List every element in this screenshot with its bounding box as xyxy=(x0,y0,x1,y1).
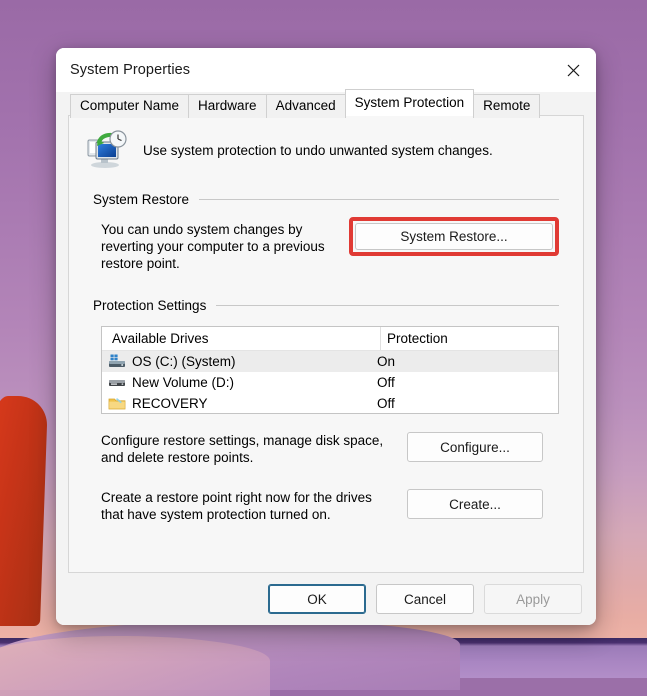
system-restore-row: You can undo system changes by reverting… xyxy=(93,217,559,272)
close-icon[interactable] xyxy=(550,48,596,92)
drive-name-cell: RECOVERY xyxy=(102,396,370,411)
system-restore-group-header: System Restore xyxy=(93,192,559,207)
drive-name: New Volume (D:) xyxy=(132,375,235,390)
tab-strip: Computer Name Hardware Advanced System P… xyxy=(70,89,584,118)
create-row: Create a restore point right now for the… xyxy=(93,489,559,523)
intro-text: Use system protection to undo unwanted s… xyxy=(143,142,493,158)
cancel-button[interactable]: Cancel xyxy=(376,584,474,614)
system-restore-highlight: System Restore... xyxy=(349,217,559,256)
intro-row: Use system protection to undo unwanted s… xyxy=(69,116,583,174)
drive-protection-state: Off xyxy=(377,375,395,390)
drive-protection-state: On xyxy=(377,354,396,369)
tab-page-system-protection: Use system protection to undo unwanted s… xyxy=(68,115,584,573)
dialog-footer: OK Cancel Apply xyxy=(56,573,596,625)
tab-computer-name[interactable]: Computer Name xyxy=(70,94,190,118)
drive-protection-state: Off xyxy=(377,396,395,411)
tab-system-protection[interactable]: System Protection xyxy=(344,89,475,116)
create-button[interactable]: Create... xyxy=(407,489,543,519)
protection-settings-group-label: Protection Settings xyxy=(93,298,207,313)
tab-remote[interactable]: Remote xyxy=(473,94,541,118)
create-description: Create a restore point right now for the… xyxy=(101,490,372,522)
ok-button[interactable]: OK xyxy=(268,584,366,614)
drive-name-cell: OS (C:) (System) xyxy=(102,354,370,369)
drive-name-cell: New Volume (D:) xyxy=(102,375,370,390)
window-body: Computer Name Hardware Advanced System P… xyxy=(56,89,596,573)
drive-list[interactable]: Available Drives Protection OS (C:) (Sys… xyxy=(101,326,559,414)
drive-name: RECOVERY xyxy=(132,396,208,411)
window-titlebar: System Properties xyxy=(56,48,596,92)
wallpaper-dune-highlight xyxy=(0,636,270,696)
protection-settings-group-header: Protection Settings xyxy=(93,298,559,313)
tab-hardware[interactable]: Hardware xyxy=(188,94,267,118)
system-restore-group-label: System Restore xyxy=(93,192,190,207)
system-protection-icon xyxy=(85,130,129,170)
system-drive-icon xyxy=(108,354,126,369)
apply-button: Apply xyxy=(484,584,582,614)
table-row[interactable]: OS (C:) (System) On xyxy=(102,351,558,372)
protection-settings-group: Protection Settings Available Drives Pro… xyxy=(93,272,559,523)
tab-advanced[interactable]: Advanced xyxy=(265,94,346,118)
column-header-available-drives: Available Drives xyxy=(112,331,209,346)
system-properties-window: System Properties Computer Name Hardware… xyxy=(56,48,596,625)
drive-name: OS (C:) (System) xyxy=(132,354,236,369)
hard-drive-icon xyxy=(108,375,126,390)
drive-list-header: Available Drives Protection xyxy=(102,327,558,351)
column-header-protection: Protection xyxy=(387,331,448,346)
system-restore-button[interactable]: System Restore... xyxy=(355,223,553,250)
table-row[interactable]: RECOVERY Off xyxy=(102,393,558,413)
folder-icon xyxy=(108,396,126,411)
window-title: System Properties xyxy=(70,62,191,78)
system-restore-group: System Restore You can undo system chang… xyxy=(93,174,559,272)
system-restore-description: You can undo system changes by reverting… xyxy=(101,222,325,271)
wallpaper-rock-left xyxy=(0,396,49,626)
group-rule xyxy=(199,199,559,200)
table-row[interactable]: New Volume (D:) Off xyxy=(102,372,558,393)
configure-row: Configure restore settings, manage disk … xyxy=(93,432,559,466)
group-rule xyxy=(216,305,559,306)
configure-description: Configure restore settings, manage disk … xyxy=(101,433,384,465)
configure-button[interactable]: Configure... xyxy=(407,432,543,462)
